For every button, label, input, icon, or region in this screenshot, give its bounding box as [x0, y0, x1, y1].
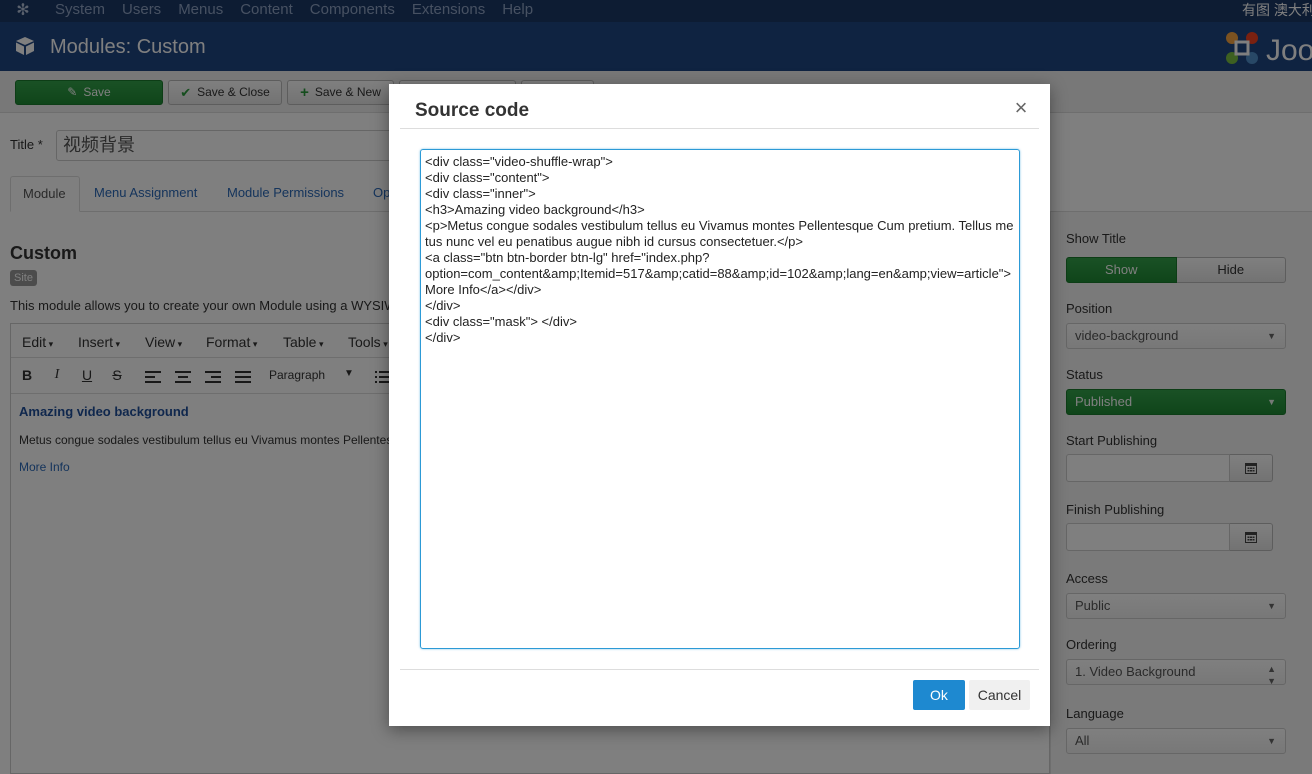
dialog-divider — [400, 128, 1039, 129]
dialog-divider — [400, 669, 1039, 670]
cancel-button[interactable]: Cancel — [969, 680, 1030, 710]
source-code-dialog: Source code × <div class="video-shuffle-… — [389, 84, 1050, 726]
source-code-textarea[interactable]: <div class="video-shuffle-wrap"> <div cl… — [420, 149, 1020, 649]
ok-button[interactable]: Ok — [913, 680, 965, 710]
dialog-title: Source code — [415, 100, 530, 121]
close-icon[interactable]: × — [1011, 96, 1031, 120]
